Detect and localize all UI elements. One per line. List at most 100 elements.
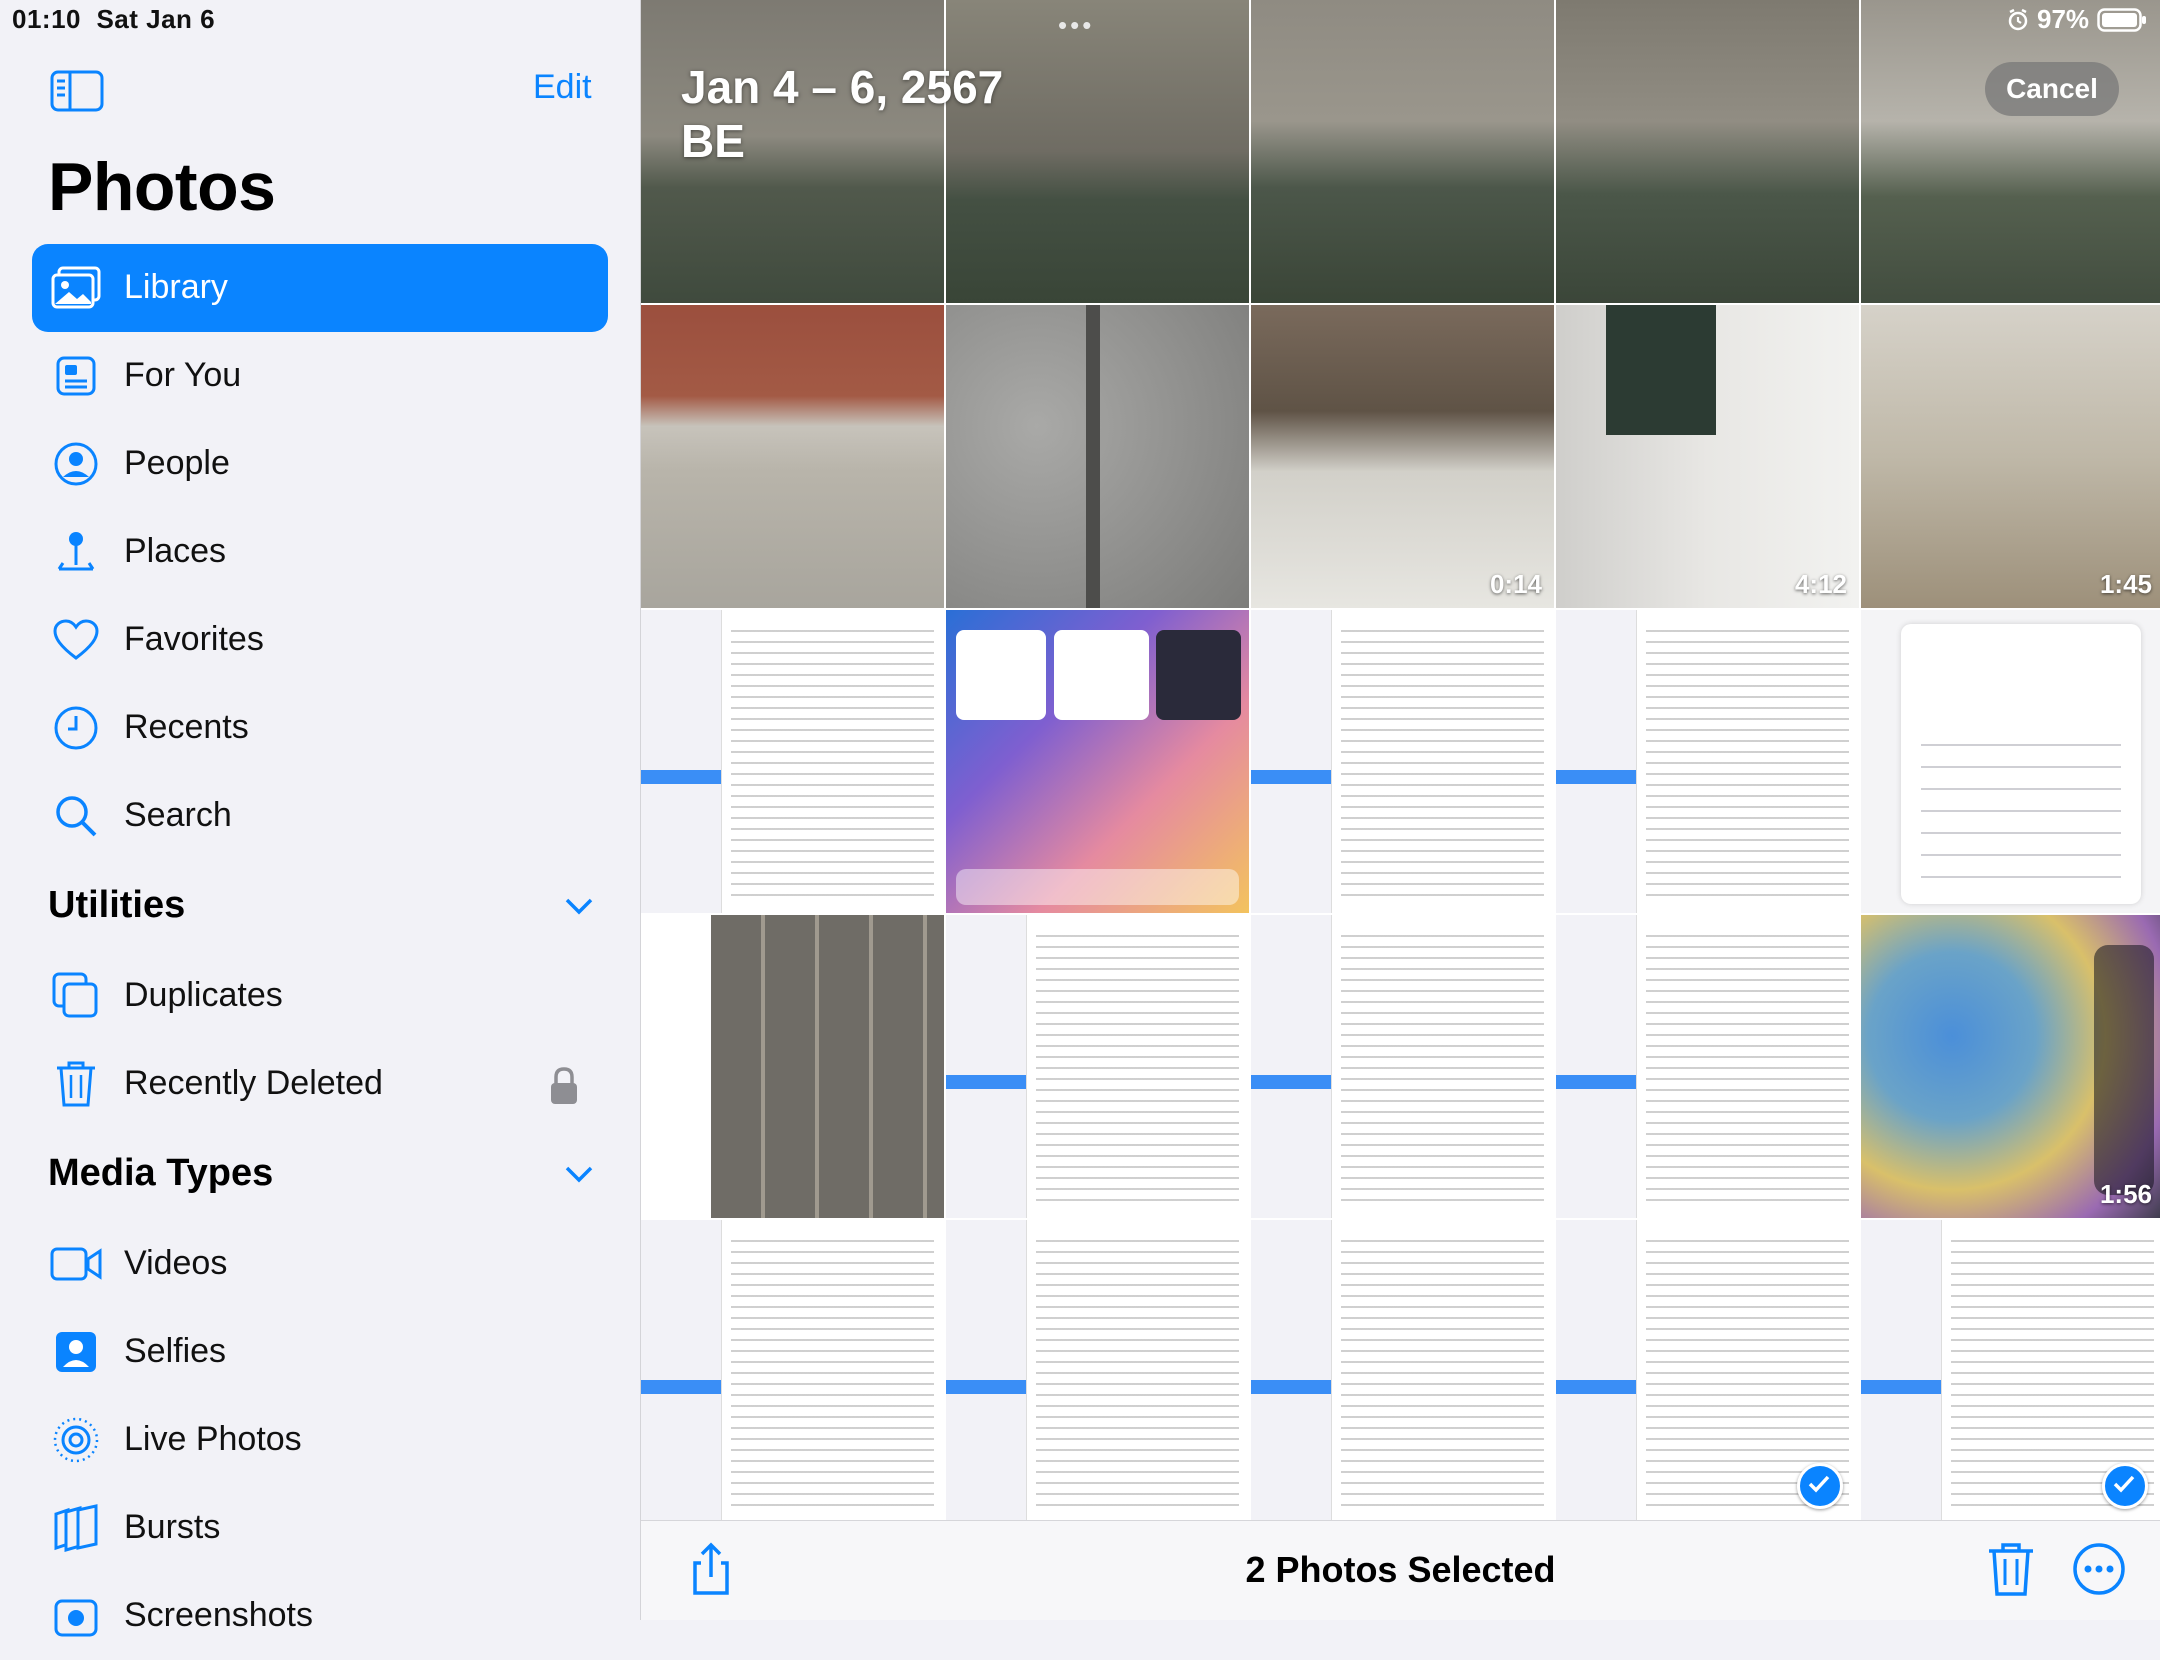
share-sheet (1901, 624, 2141, 904)
selfie-icon (50, 1326, 102, 1378)
photo-tile[interactable] (641, 915, 944, 1218)
control-center-panel (2094, 945, 2154, 1195)
date-range-text: Jan 4 – 6, 2567 (681, 61, 1004, 113)
screenshot-sidebar (1556, 1220, 1637, 1523)
selected-checkmark-icon (1797, 1463, 1843, 1509)
screenshot-sidebar (946, 1220, 1027, 1523)
photo-library-icon (50, 262, 102, 314)
screenshot-text-lines (731, 630, 934, 903)
sidebar-item-videos[interactable]: Videos (32, 1220, 608, 1308)
sidebar-item-places[interactable]: Places (32, 508, 608, 596)
sidebar-item-search[interactable]: Search (32, 772, 608, 860)
photo-tile[interactable] (1556, 610, 1859, 913)
sidebar-item-screenshots[interactable]: Screenshots (32, 1572, 608, 1660)
screenshot-text-lines (1341, 935, 1544, 1208)
chevron-down-icon[interactable] (564, 896, 594, 916)
sidebar-item-for-you[interactable]: For You (32, 332, 608, 420)
screenshot-highlight (1251, 770, 1331, 784)
sidebar-item-recents[interactable]: Recents (32, 684, 608, 772)
photo-tile[interactable]: 0:14 (1251, 305, 1554, 608)
photo-tile[interactable] (1556, 0, 1859, 303)
screenshot-sidebar (1251, 1220, 1332, 1523)
photo-tile[interactable] (1861, 610, 2160, 913)
cancel-button[interactable]: Cancel (1985, 62, 2119, 116)
sidebar-item-bursts[interactable]: Bursts (32, 1484, 608, 1572)
more-icon[interactable] (2071, 1541, 2127, 1597)
photo-tile[interactable] (946, 1220, 1249, 1523)
lock-icon (548, 1066, 580, 1106)
screenshot-sidebar (1861, 1220, 1942, 1523)
chevron-down-icon[interactable] (564, 1164, 594, 1184)
sidebar-toggle-icon[interactable] (50, 70, 106, 112)
photo-tile[interactable] (946, 915, 1249, 1218)
sidebar-item-label: Live Photos (124, 1420, 302, 1458)
photo-tile[interactable] (1556, 915, 1859, 1218)
more-dots[interactable]: ••• (1058, 10, 1094, 41)
sidebar-item-recently-deleted[interactable]: Recently Deleted (32, 1040, 608, 1128)
video-duration: 4:12 (1794, 569, 1847, 599)
photo-tile[interactable]: 1:45 (1861, 305, 2160, 608)
screenshot-sidebar (1556, 915, 1637, 1218)
photo-tile[interactable]: 4:12 (1556, 305, 1859, 608)
video-duration: 1:45 (2099, 569, 2152, 599)
sidebar-item-label: Library (124, 268, 228, 306)
photo-tile[interactable] (1251, 610, 1554, 913)
screenshot-highlight (1251, 1380, 1331, 1394)
screenshot-highlight (946, 1380, 1026, 1394)
map-pin-icon (50, 526, 102, 578)
photo-tile[interactable] (1861, 1220, 2160, 1523)
sidebar-item-live-photos[interactable]: Live Photos (32, 1396, 608, 1484)
edit-button[interactable]: Edit (533, 68, 592, 107)
photo-tile[interactable] (1251, 1220, 1554, 1523)
screenshot-sidebar (641, 1220, 722, 1523)
photo-tile[interactable] (1251, 915, 1554, 1218)
screenshot-highlight (641, 1380, 721, 1394)
sidebar-item-label: Videos (124, 1244, 228, 1282)
sidebar-item-people[interactable]: People (32, 420, 608, 508)
screenshot-highlight (1251, 1075, 1331, 1089)
sidebar-item-label: Recents (124, 708, 249, 746)
sidebar-item-selfies[interactable]: Selfies (32, 1308, 608, 1396)
for-you-icon (50, 350, 102, 402)
sidebar-item-label: Screenshots (124, 1596, 313, 1634)
date-era-text: BE (681, 115, 745, 167)
screenshot-sidebar (946, 915, 1027, 1218)
widget (956, 630, 1046, 720)
status-time: 01:10 (12, 4, 81, 34)
photo-tile[interactable] (1861, 0, 2160, 303)
alarm-icon (2008, 8, 2028, 30)
photo-grid: 0:14 4:12 1:45 1:56 (641, 0, 2160, 1523)
photo-library-main: 0:14 4:12 1:45 1:56 Jan 4 – 6, 2567 BE ••• … (641, 0, 2160, 1620)
screenshot-highlight (1861, 1380, 1941, 1394)
sidebar-item-duplicates[interactable]: Duplicates (32, 952, 608, 1040)
sidebar-item-label: For You (124, 356, 242, 394)
sidebar-item-label: Duplicates (124, 976, 283, 1014)
sidebar-item-label: Bursts (124, 1508, 221, 1546)
widget (1054, 630, 1149, 720)
photo-tile[interactable] (641, 1220, 944, 1523)
screenshot-text-lines (1341, 1240, 1544, 1513)
screenshot-text-lines (1646, 630, 1849, 903)
live-photo-icon (50, 1414, 102, 1466)
battery-status: 97% (2007, 4, 2147, 35)
photo-tile[interactable] (1556, 1220, 1859, 1523)
sidebar-item-library[interactable]: Library (32, 244, 608, 332)
photo-tile[interactable] (641, 610, 944, 913)
status-time-date: 01:10 Sat Jan 6 (12, 4, 215, 35)
photo-tile[interactable] (946, 610, 1249, 913)
date-range-title: Jan 4 – 6, 2567 BE (681, 60, 1003, 168)
photo-tile[interactable] (641, 305, 944, 608)
screenshot-highlight (946, 1075, 1026, 1089)
trash-icon (50, 1058, 102, 1110)
photo-tile[interactable] (1251, 0, 1554, 303)
sidebar-item-favorites[interactable]: Favorites (32, 596, 608, 684)
clock-icon (50, 702, 102, 754)
photo-tile[interactable]: 1:56 (1861, 915, 2160, 1218)
trash-icon[interactable] (1983, 1541, 2039, 1597)
video-duration: 0:14 (1489, 569, 1542, 599)
dock (956, 869, 1239, 905)
share-sheet-rows (1921, 744, 2121, 884)
photo-tile[interactable] (946, 305, 1249, 608)
screenshot-text-lines (1036, 1240, 1239, 1513)
sidebar-item-label: Selfies (124, 1332, 227, 1370)
